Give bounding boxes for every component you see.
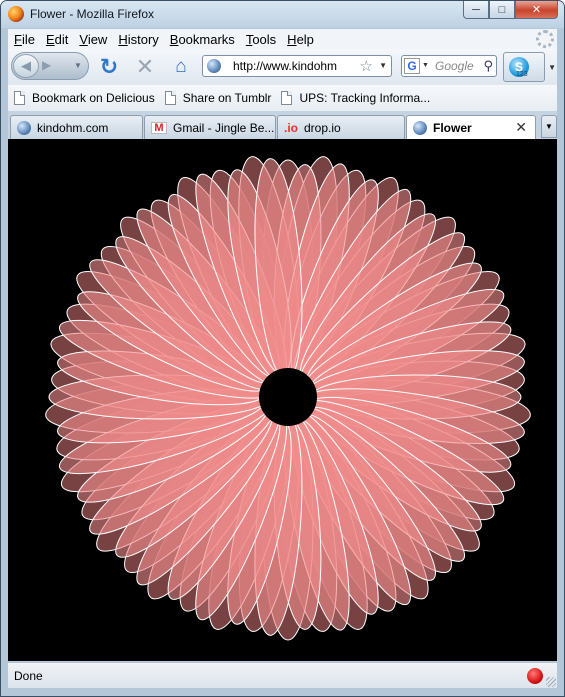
bookmark-label: Share on Tumblr: [182, 91, 272, 105]
status-text: Done: [14, 669, 43, 683]
url-text[interactable]: http://www.kindohm: [233, 59, 337, 73]
browser-window: Flower - Mozilla Firefox ─ □ ✕ File Edit…: [0, 0, 565, 697]
forward-button[interactable]: ▶: [42, 58, 51, 72]
search-engine-icon[interactable]: G: [404, 58, 420, 74]
tab-label: drop.io: [304, 120, 341, 135]
search-engine-dropdown-icon[interactable]: ▼: [422, 62, 429, 69]
maximize-button[interactable]: □: [489, 1, 515, 19]
page-content: [8, 139, 557, 661]
bookmark-label: UPS: Tracking Informa...: [299, 91, 431, 105]
bookmarks-toolbar: Bookmark on Delicious Share on Tumblr UP…: [8, 85, 557, 111]
window-controls: ─ □ ✕: [463, 1, 558, 19]
tab-label: Gmail - Jingle Be...: [173, 120, 275, 135]
menu-tools[interactable]: Tools: [240, 32, 281, 47]
site-globe-icon: [207, 59, 221, 73]
url-dropdown-icon[interactable]: ▼: [379, 61, 387, 70]
search-bar[interactable]: G ▼ Google ⚲: [401, 55, 497, 77]
menu-file[interactable]: File: [8, 32, 40, 47]
stop-button[interactable]: ✕: [132, 54, 158, 80]
firefox-icon: [8, 6, 24, 22]
url-bar[interactable]: http://www.kindohm ☆ ▼: [202, 55, 392, 77]
flower-center: [259, 368, 317, 426]
skype-button[interactable]: S 123 ▼: [503, 52, 556, 82]
dropio-icon: .io: [284, 120, 298, 135]
menu-history[interactable]: History: [112, 32, 163, 47]
tab-flower[interactable]: Flower ✕: [406, 115, 536, 140]
page-icon: [14, 91, 25, 105]
gmail-icon: M: [151, 121, 167, 134]
menu-help[interactable]: Help: [281, 32, 319, 47]
back-forward-group: ◀ ▶ ▼: [11, 52, 89, 80]
window-title: Flower - Mozilla Firefox: [30, 7, 155, 21]
tab-label: kindohm.com: [37, 120, 109, 135]
navigation-toolbar: ◀ ▶ ▼ ↻ ✕ ⌂ http://www.kindohm ☆ ▼ G ▼ G…: [8, 49, 557, 85]
close-button[interactable]: ✕: [515, 1, 558, 19]
bookmark-star-icon[interactable]: ☆: [360, 57, 373, 75]
page-icon: [281, 91, 293, 105]
tab-strip: kindohm.com M Gmail - Jingle Be... .io d…: [8, 111, 557, 140]
all-tabs-dropdown-icon[interactable]: ▼: [541, 115, 557, 138]
bookmark-item[interactable]: Bookmark on Delicious: [14, 91, 155, 105]
home-button[interactable]: ⌂: [168, 54, 194, 80]
menu-bookmarks[interactable]: Bookmarks: [164, 32, 240, 47]
history-dropdown-icon[interactable]: ▼: [74, 61, 82, 70]
back-button[interactable]: ◀: [13, 54, 39, 78]
globe-icon: [17, 120, 31, 135]
bookmark-item[interactable]: Share on Tumblr: [164, 91, 272, 105]
page-icon: [164, 91, 176, 105]
skype-label: 123: [516, 71, 528, 78]
menu-view[interactable]: View: [73, 32, 112, 47]
status-indicator-icon[interactable]: [527, 668, 543, 684]
search-icon[interactable]: ⚲: [483, 58, 493, 74]
resize-grip-icon[interactable]: [546, 677, 556, 687]
tab-close-icon[interactable]: ✕: [515, 119, 527, 136]
throbber-icon: [536, 30, 554, 48]
bookmark-label: Bookmark on Delicious: [32, 91, 155, 105]
tab-kindohm[interactable]: kindohm.com: [10, 115, 143, 139]
menu-bar: File Edit View History Bookmarks Tools H…: [8, 29, 557, 49]
flower-artwork: [45, 156, 531, 641]
title-bar[interactable]: Flower - Mozilla Firefox ─ □ ✕: [1, 1, 564, 28]
reload-button[interactable]: ↻: [96, 54, 122, 80]
menu-edit[interactable]: Edit: [40, 32, 73, 47]
globe-icon: [413, 121, 427, 135]
tab-label: Flower: [433, 121, 472, 135]
tab-gmail[interactable]: M Gmail - Jingle Be...: [144, 115, 276, 139]
status-bar: Done: [8, 662, 557, 688]
skype-dropdown-icon[interactable]: ▼: [548, 63, 556, 72]
minimize-button[interactable]: ─: [463, 1, 489, 19]
tab-dropio[interactable]: .io drop.io: [277, 115, 405, 139]
search-input[interactable]: Google: [435, 59, 474, 73]
bookmark-item[interactable]: UPS: Tracking Informa...: [281, 91, 430, 105]
